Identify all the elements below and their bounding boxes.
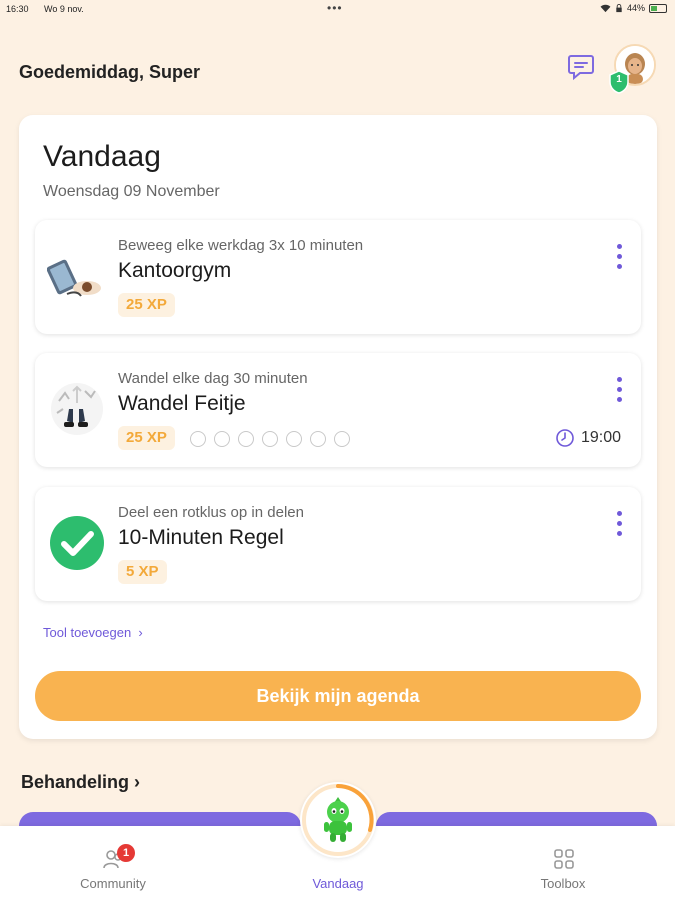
clock-icon — [556, 429, 574, 447]
battery-icon — [649, 3, 667, 13]
xp-badge: 25 XP — [118, 293, 175, 317]
grid-icon — [554, 849, 574, 869]
today-date: Woensdag 09 November — [43, 183, 220, 200]
chat-button[interactable] — [566, 52, 596, 82]
add-tool-label: Tool toevoegen — [43, 625, 132, 640]
view-agenda-button[interactable]: Bekijk mijn agenda — [35, 671, 641, 721]
weekly-progress — [190, 431, 350, 447]
add-tool-link[interactable]: Tool toevoegen › — [43, 625, 143, 640]
wifi-icon — [600, 4, 611, 12]
notification-badge: 1 — [117, 844, 135, 862]
more-options-icon[interactable] — [613, 244, 625, 274]
today-card: Vandaag Woensdag 09 November Beweeg elke… — [19, 115, 657, 739]
progress-day-dot — [334, 431, 350, 447]
lock-rotation-icon — [616, 3, 622, 12]
task-name: 10-Minuten Regel — [118, 526, 284, 549]
tab-community-label: Community — [80, 876, 146, 891]
tab-toolbox-label: Toolbox — [540, 876, 586, 891]
xp-badge: 5 XP — [118, 560, 167, 584]
status-date: Wo 9 nov. — [44, 4, 84, 14]
check-circle-icon — [50, 516, 104, 570]
task-subtitle: Beweeg elke werkdag 3x 10 minuten — [118, 237, 364, 254]
reminder-time: 19:00 — [581, 429, 622, 446]
tab-community[interactable]: 1 Community — [53, 826, 173, 900]
task-subtitle: Wandel elke dag 30 minuten — [118, 370, 308, 387]
tab-vandaag-label: Vandaag — [312, 876, 364, 891]
reminder[interactable]: 19:00 — [555, 428, 621, 448]
chevron-right-icon: › — [134, 772, 141, 792]
progress-day-dot — [262, 431, 278, 447]
task-name: Kantoorgym — [118, 259, 232, 282]
xp-badge: 25 XP — [118, 426, 175, 450]
greeting: Goedemiddag, Super — [19, 62, 201, 82]
chat-icon — [568, 55, 594, 81]
progress-day-dot — [190, 431, 206, 447]
progress-day-dot — [214, 431, 230, 447]
battery-percentage: 44% — [626, 3, 645, 13]
status-time: 16:30 — [6, 4, 29, 14]
task-subtitle: Deel een rotklus op in delen — [118, 504, 304, 521]
status-bar: 16:30 Wo 9 nov. ••• 44% — [0, 0, 675, 20]
behandeling-section-link[interactable]: Behandeling › — [21, 772, 140, 793]
task-card-kantoorgym[interactable]: Beweeg elke werkdag 3x 10 minuten Kantoo… — [35, 220, 641, 334]
multitask-dots[interactable]: ••• — [327, 1, 343, 15]
task-card-wandel-feitje[interactable]: Wandel elke dag 30 minuten Wandel Feitje… — [35, 353, 641, 467]
progress-day-dot — [310, 431, 326, 447]
green-mascot-icon — [324, 797, 352, 842]
chevron-right-icon: › — [134, 625, 143, 640]
more-options-icon[interactable] — [613, 511, 625, 541]
progress-day-dot — [238, 431, 254, 447]
mascot-button[interactable] — [300, 782, 376, 858]
task-card-10-minuten-regel[interactable]: Deel een rotklus op in delen 10-Minuten … — [35, 487, 641, 601]
level-shield-icon: 1 — [609, 70, 629, 94]
progress-day-dot — [286, 431, 302, 447]
behandeling-label: Behandeling — [21, 772, 130, 792]
header: Goedemiddag, Super 1 — [0, 42, 675, 102]
level-number: 1 — [616, 74, 622, 85]
walking-illustration-icon — [51, 383, 103, 435]
status-right: 44% — [600, 3, 667, 13]
office-gym-illustration-icon — [47, 259, 101, 297]
more-options-icon[interactable] — [613, 377, 625, 407]
tab-toolbox[interactable]: Toolbox — [503, 826, 623, 900]
task-name: Wandel Feitje — [118, 392, 246, 415]
page-title: Vandaag — [43, 140, 161, 173]
